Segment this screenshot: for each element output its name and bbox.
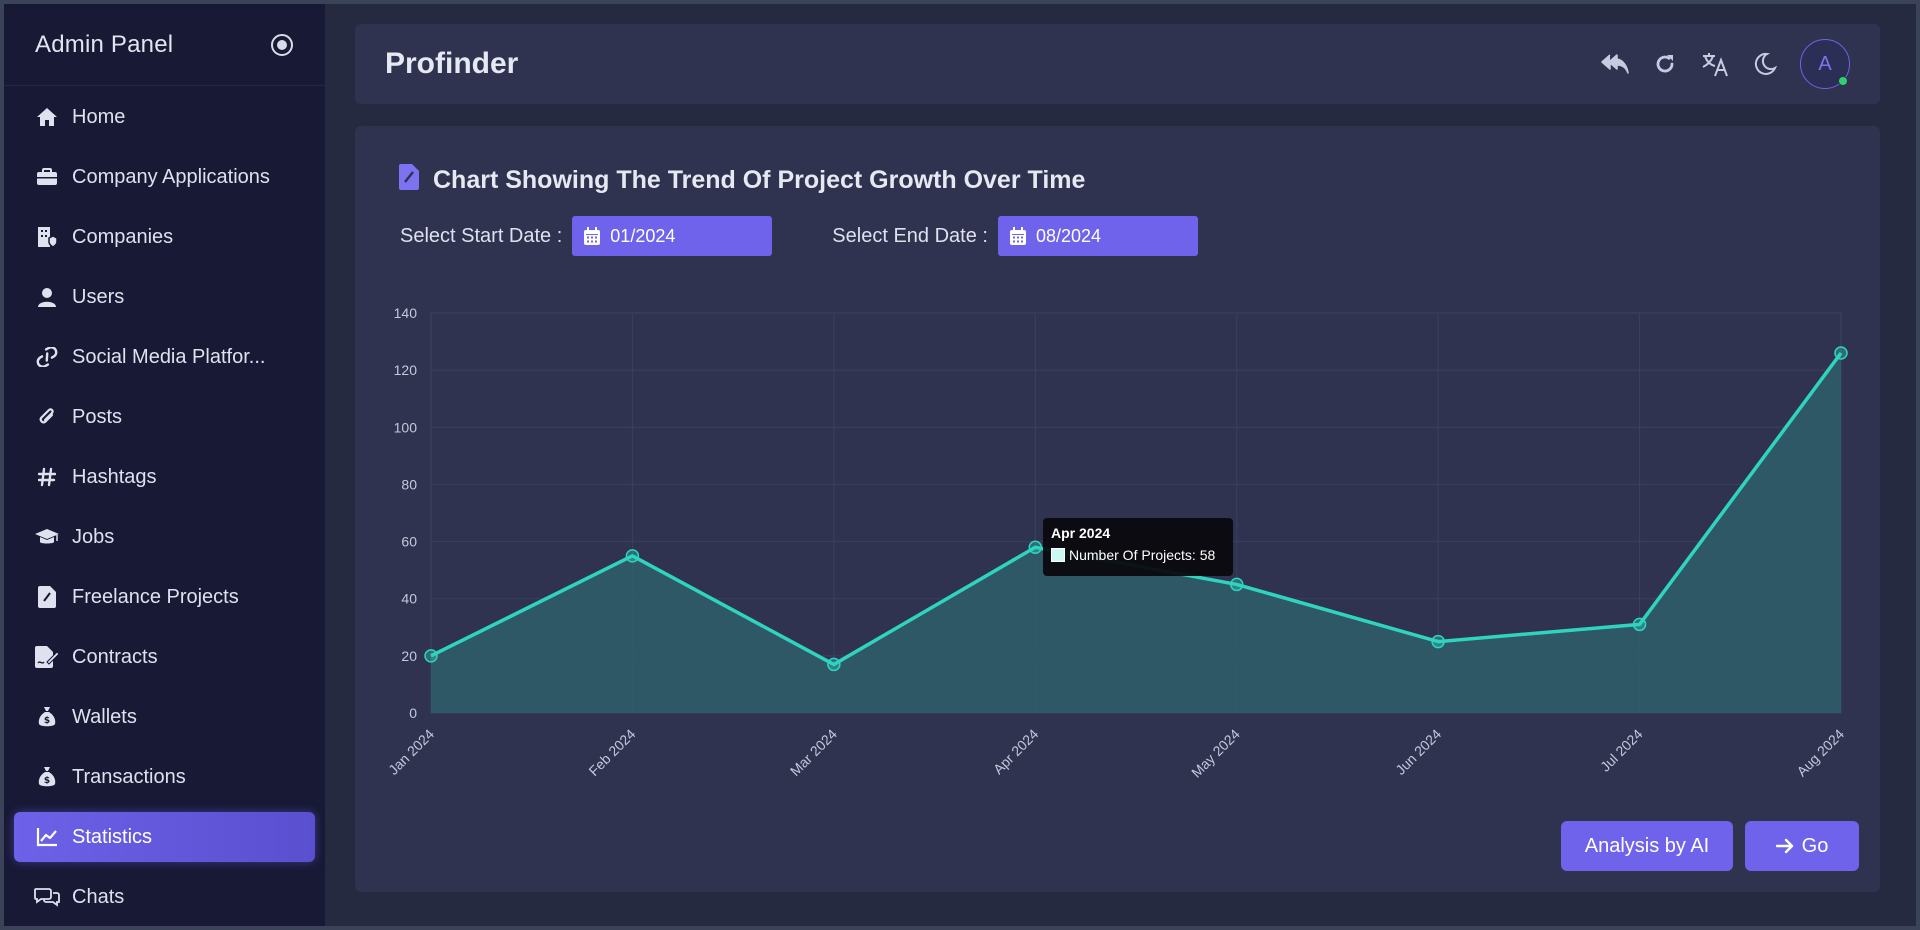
sidebar-item-hashtags[interactable]: Hashtags [14, 452, 315, 502]
x-tick-label: Jan 2024 [385, 726, 437, 778]
y-tick-label: 100 [394, 419, 418, 435]
tooltip-label: Number Of Projects: 58 [1069, 547, 1216, 563]
sidebar-title: Admin Panel [35, 30, 174, 58]
translate-icon[interactable] [1700, 49, 1730, 79]
statistics-card: Chart Showing The Trend Of Project Growt… [355, 126, 1880, 892]
sidebar-item-label: Statistics [72, 825, 153, 848]
tooltip-row: Number Of Projects: 58 [1051, 547, 1225, 563]
x-tick-label: Feb 2024 [585, 726, 638, 779]
x-tick-label: Mar 2024 [787, 726, 840, 779]
user-icon [34, 286, 60, 308]
x-tick-label: Apr 2024 [990, 726, 1042, 778]
sidebar-item-label: Chats [72, 885, 125, 908]
y-tick-label: 40 [401, 591, 417, 607]
svg-text:$: $ [44, 776, 50, 786]
svg-text:$: $ [44, 716, 50, 726]
sidebar-item-label: Posts [72, 405, 123, 428]
sidebar-item-posts[interactable]: Posts [14, 392, 315, 442]
sidebar-item-company-applications[interactable]: Company Applications [14, 152, 315, 202]
chart-tooltip: Apr 2024 Number Of Projects: 58 [1043, 518, 1233, 576]
y-tick-label: 80 [401, 476, 417, 492]
hashtag-icon [34, 466, 60, 488]
data-point [1834, 346, 1848, 360]
go-button[interactable]: Go [1745, 821, 1859, 871]
sidebar-item-label: Company Applications [72, 165, 270, 188]
money-bag-icon: $ [34, 766, 60, 788]
sidebar-item-label: Contracts [72, 645, 158, 668]
sidebar-item-label: Social Media Platfor... [72, 345, 266, 368]
sidebar: Admin Panel Home Company Applications Comp… [4, 4, 325, 926]
sidebar-nav: Home Company Applications Companies Users So… [4, 92, 325, 922]
sidebar-item-label: Transactions [72, 765, 186, 788]
sidebar-header: Admin Panel [4, 4, 325, 86]
y-tick-label: 20 [401, 648, 417, 664]
sidebar-toggle-icon[interactable] [271, 33, 293, 56]
home-icon [34, 106, 60, 128]
data-point [424, 649, 438, 663]
y-tick-label: 0 [409, 705, 417, 721]
sidebar-item-home[interactable]: Home [14, 92, 315, 142]
sidebar-item-label: Home [72, 105, 126, 128]
refresh-icon[interactable] [1650, 49, 1680, 79]
data-point [827, 657, 841, 672]
data-point [1028, 540, 1043, 555]
chart-line-icon [34, 826, 60, 848]
x-tick-label: Aug 2024 [1793, 726, 1847, 780]
tooltip-swatch [1051, 548, 1065, 562]
sidebar-item-social-media-platfor[interactable]: Social Media Platfor... [14, 332, 315, 382]
sidebar-item-label: Freelance Projects [72, 585, 239, 608]
top-bar: Profinder A [355, 24, 1880, 104]
sidebar-item-label: Hashtags [72, 465, 157, 488]
project-growth-chart: 0 20 40 60 80 100 120 140 Jan 2024 Feb 2024 Mar 20… [385, 305, 1848, 781]
briefcase-icon [34, 166, 60, 188]
sidebar-item-label: Jobs [72, 525, 115, 548]
online-status-dot [1838, 76, 1848, 86]
x-tick-label: Jul 2024 [1597, 726, 1646, 775]
sidebar-item-jobs[interactable]: Jobs [14, 512, 315, 562]
y-tick-label: 120 [394, 362, 418, 378]
file-icon [34, 586, 60, 608]
y-tick-label: 140 [394, 305, 418, 321]
paperclip-icon [34, 406, 60, 428]
sidebar-item-label: Companies [72, 225, 174, 248]
sidebar-item-transactions[interactable]: $ Transactions [14, 752, 315, 802]
sidebar-item-contracts[interactable]: Contracts [14, 632, 315, 682]
sidebar-item-freelance-projects[interactable]: Freelance Projects [14, 572, 315, 622]
top-actions: A [1600, 39, 1850, 89]
sidebar-item-statistics[interactable]: Statistics [14, 812, 315, 862]
sidebar-item-chats[interactable]: Chats [14, 872, 315, 922]
x-tick-label: Jun 2024 [1392, 726, 1444, 778]
sidebar-item-users[interactable]: Users [14, 272, 315, 322]
chats-icon [34, 886, 60, 908]
analysis-by-ai-label: Analysis by AI [1584, 834, 1710, 857]
avatar-letter: A [1818, 52, 1832, 75]
data-point [1229, 577, 1244, 592]
file-signature-icon [34, 646, 60, 668]
data-point [1431, 634, 1445, 649]
go-label: Go [1801, 834, 1829, 857]
sidebar-item-label: Wallets [72, 705, 137, 728]
analysis-by-ai-button[interactable]: Analysis by AI [1561, 821, 1733, 871]
link-icon [34, 346, 60, 368]
y-tick-label: 60 [401, 534, 417, 550]
arrow-right-icon [1775, 838, 1794, 854]
data-point [625, 549, 640, 563]
sidebar-item-wallets[interactable]: $ Wallets [14, 692, 315, 742]
avatar[interactable]: A [1800, 39, 1850, 89]
tooltip-title: Apr 2024 [1051, 525, 1111, 541]
sidebar-item-companies[interactable]: Companies [14, 212, 315, 262]
sidebar-item-label: Users [72, 285, 125, 308]
money-bag-icon: $ [34, 706, 60, 728]
x-tick-label: May 2024 [1188, 726, 1243, 781]
brand-title: Profinder [385, 47, 519, 80]
reply-all-icon[interactable] [1600, 49, 1630, 79]
graduation-cap-icon [34, 526, 60, 548]
building-icon [34, 226, 60, 248]
data-point [1632, 617, 1647, 632]
moon-icon[interactable] [1750, 49, 1780, 79]
